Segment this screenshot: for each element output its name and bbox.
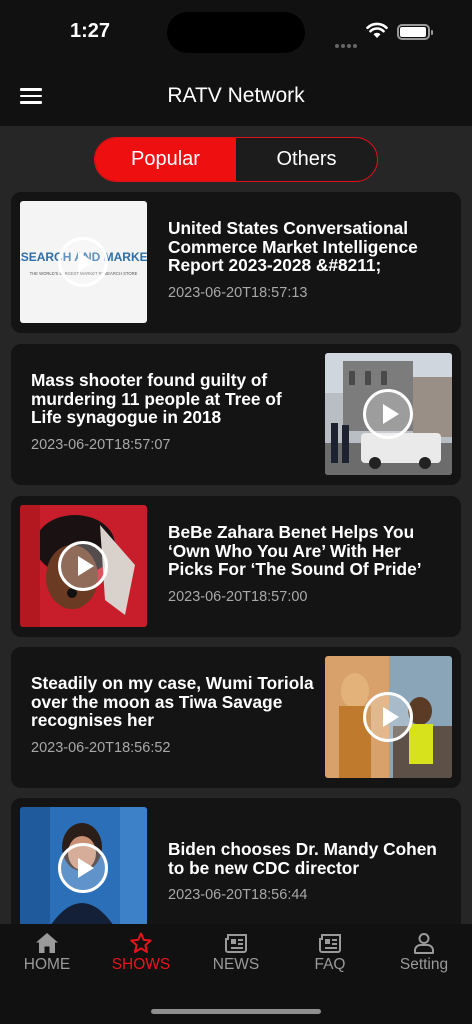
nav-bar: RATV Network: [0, 64, 472, 126]
feed-item-date: 2023-06-20T18:56:44: [168, 887, 308, 904]
segment-popular[interactable]: Popular: [95, 138, 236, 181]
feed-item-date: 2023-06-20T18:57:07: [31, 436, 171, 453]
wifi-icon: [366, 22, 388, 38]
dynamic-island: [167, 12, 305, 53]
home-icon: [36, 933, 58, 953]
video-thumbnail: [20, 505, 147, 627]
feed-item-title: Steadily on my case, Wumi Toriola over t…: [31, 673, 314, 731]
home-indicator[interactable]: [151, 1009, 321, 1014]
video-thumbnail: [325, 353, 452, 475]
person-icon: [414, 933, 434, 954]
feed-item-date: 2023-06-20T18:56:52: [31, 739, 171, 756]
tab-label: Setting: [399, 956, 449, 973]
newspaper-icon: [319, 934, 341, 953]
feed-item-title: BeBe Zahara Benet Helps You ‘Own Who You…: [168, 522, 422, 580]
segment-others[interactable]: Others: [236, 138, 377, 181]
video-feed-list[interactable]: RESEARCH AND MARKETS THE WORLD'S LARGEST…: [0, 192, 472, 924]
video-thumbnail: [20, 807, 147, 924]
video-thumbnail: RESEARCH AND MARKETS THE WORLD'S LARGEST…: [20, 201, 147, 323]
feed-item-title: Biden chooses Dr. Mandy Cohen to be new …: [168, 839, 437, 878]
play-icon[interactable]: [363, 692, 413, 742]
tab-shows[interactable]: SHOWS: [94, 924, 188, 984]
star-icon: [130, 932, 152, 953]
play-icon[interactable]: [58, 237, 108, 287]
tab-news[interactable]: NEWS: [189, 924, 283, 984]
tab-label: FAQ: [314, 956, 346, 973]
tab-home[interactable]: HOME: [0, 924, 94, 984]
feed-item-date: 2023-06-20T18:57:13: [168, 284, 308, 301]
tab-faq[interactable]: FAQ: [283, 924, 377, 984]
feed-item-title: United States Conversational Commerce Ma…: [168, 218, 418, 276]
page-title: RATV Network: [167, 84, 305, 107]
tab-label: NEWS: [212, 956, 260, 973]
category-segmented-control: Popular Others: [94, 137, 378, 182]
newspaper-icon: [225, 934, 247, 953]
feed-item-title: Mass shooter found guilty of murdering 1…: [31, 370, 282, 428]
feed-item-date: 2023-06-20T18:57:00: [168, 588, 308, 605]
feed-item[interactable]: BeBe Zahara Benet Helps You ‘Own Who You…: [11, 496, 461, 637]
feed-item[interactable]: Steadily on my case, Wumi Toriola over t…: [11, 647, 461, 788]
status-time: 1:27: [70, 20, 111, 42]
feed-item[interactable]: Mass shooter found guilty of murdering 1…: [11, 344, 461, 485]
tab-label: HOME: [23, 956, 71, 973]
tab-label: SHOWS: [111, 956, 171, 973]
play-icon[interactable]: [58, 541, 108, 591]
status-bar: 1:27: [0, 0, 472, 64]
feed-item[interactable]: RESEARCH AND MARKETS THE WORLD'S LARGEST…: [11, 192, 461, 333]
battery-icon: [397, 24, 433, 40]
play-icon[interactable]: [58, 843, 108, 893]
play-icon[interactable]: [363, 389, 413, 439]
cellular-signal-icon: [335, 35, 359, 48]
video-thumbnail: [325, 656, 452, 778]
feed-item[interactable]: Biden chooses Dr. Mandy Cohen to be new …: [11, 798, 461, 924]
tab-setting[interactable]: Setting: [377, 924, 471, 984]
